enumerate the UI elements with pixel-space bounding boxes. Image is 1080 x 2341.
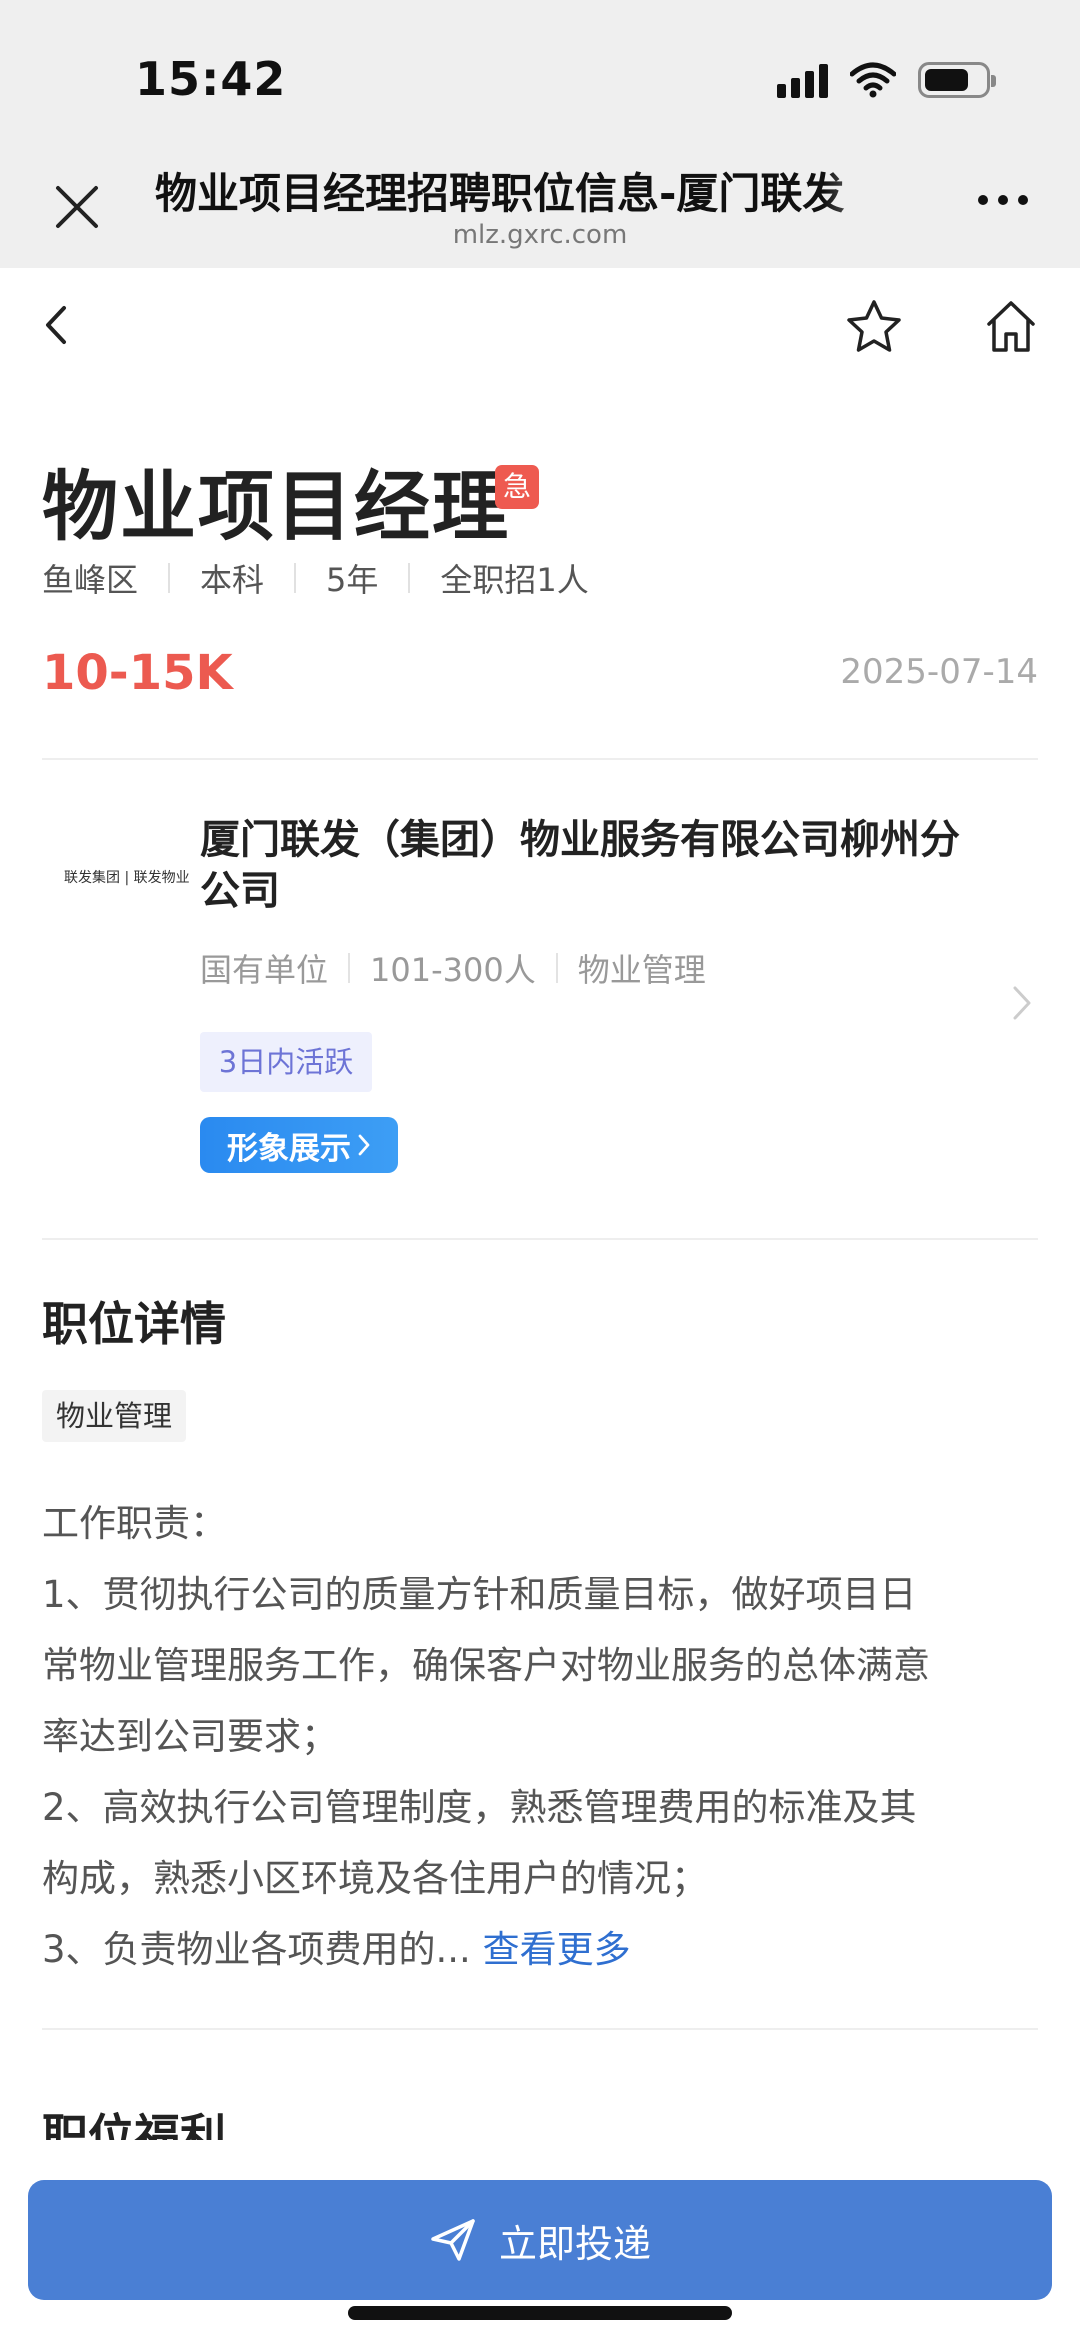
post-date: 2025-07-14 — [840, 652, 1038, 692]
divider — [42, 2028, 1038, 2030]
urgent-badge: 急 — [495, 465, 539, 509]
more-menu-icon[interactable] — [978, 195, 1028, 205]
signal-icon — [777, 62, 828, 98]
send-icon — [431, 2219, 475, 2261]
browser-url: mlz.gxrc.com — [452, 220, 628, 250]
browser-header: 15:42 物业项目经理招聘职位信息-厦门联发 mlz.gxrc.com — [0, 0, 1080, 268]
divider — [42, 758, 1038, 760]
job-detail-page: 15:42 物业项目经理招聘职位信息-厦门联发 mlz.gxrc.com 物业项… — [0, 0, 1080, 2341]
job-type: 全职招1人 — [440, 561, 589, 599]
job-title: 物业项目经理 — [42, 462, 510, 551]
job-meta: 鱼峰区 本科 5年 全职招1人 — [42, 555, 589, 601]
company-size: 101-300人 — [370, 951, 536, 989]
company-showcase-label: 形象展示 — [227, 1130, 351, 1167]
description-line: 工作职责： — [42, 1502, 227, 1545]
salary: 10-15K — [42, 645, 233, 701]
description-truncated: 3、负责物业各项费用的... — [42, 1928, 471, 1971]
company-showcase-button[interactable]: 形象展示 — [200, 1117, 398, 1173]
wifi-icon — [850, 62, 896, 98]
browser-title: 物业项目经理招聘职位信息-厦门联发 — [155, 169, 845, 218]
company-meta: 国有单位 101-300人 物业管理 — [200, 945, 706, 991]
job-details-title: 职位详情 — [42, 1297, 226, 1351]
description-line: 构成，熟悉小区环境及各住用户的情况； — [42, 1857, 708, 1900]
divider — [42, 1238, 1038, 1240]
see-more-link[interactable]: 查看更多 — [483, 1928, 631, 1971]
job-education: 本科 — [200, 561, 265, 599]
chevron-right-icon — [358, 1134, 370, 1156]
description-line: 2、高效执行公司管理制度，熟悉管理费用的标准及其 — [42, 1786, 917, 1829]
company-logo[interactable]: 联发集团 | 联发物业 — [58, 862, 190, 892]
back-icon[interactable] — [38, 300, 78, 350]
chevron-right-icon[interactable] — [1010, 983, 1034, 1023]
home-indicator — [348, 2306, 732, 2320]
job-description: 工作职责： 1、贯彻执行公司的质量方针和质量目标，做好项目日 常物业管理服务工作… — [42, 1488, 1042, 1985]
description-line-last: 3、负责物业各项费用的... 查看更多 — [42, 1914, 1042, 1985]
battery-icon — [918, 62, 996, 98]
description-line: 1、贯彻执行公司的质量方针和质量目标，做好项目日 — [42, 1573, 917, 1616]
status-time: 15:42 — [135, 52, 287, 106]
company-name[interactable]: 厦门联发（集团）物业服务有限公司柳州分公司 — [200, 815, 990, 917]
category-tag: 物业管理 — [42, 1390, 187, 1442]
company-ownership: 国有单位 — [200, 951, 329, 989]
benefits-title: 职位福利 — [42, 2109, 226, 2140]
home-icon[interactable] — [985, 298, 1037, 354]
job-experience: 5年 — [326, 561, 379, 599]
job-location: 鱼峰区 — [42, 561, 139, 599]
apply-button[interactable]: 立即投递 — [28, 2180, 1052, 2300]
apply-label: 立即投递 — [498, 2221, 651, 2266]
status-icons — [777, 58, 996, 102]
company-industry: 物业管理 — [577, 951, 706, 989]
star-icon[interactable] — [845, 298, 903, 356]
active-badge: 3日内活跃 — [200, 1032, 372, 1092]
description-line: 率达到公司要求； — [42, 1715, 338, 1758]
description-line: 常物业管理服务工作，确保客户对物业服务的总体满意 — [42, 1644, 930, 1687]
